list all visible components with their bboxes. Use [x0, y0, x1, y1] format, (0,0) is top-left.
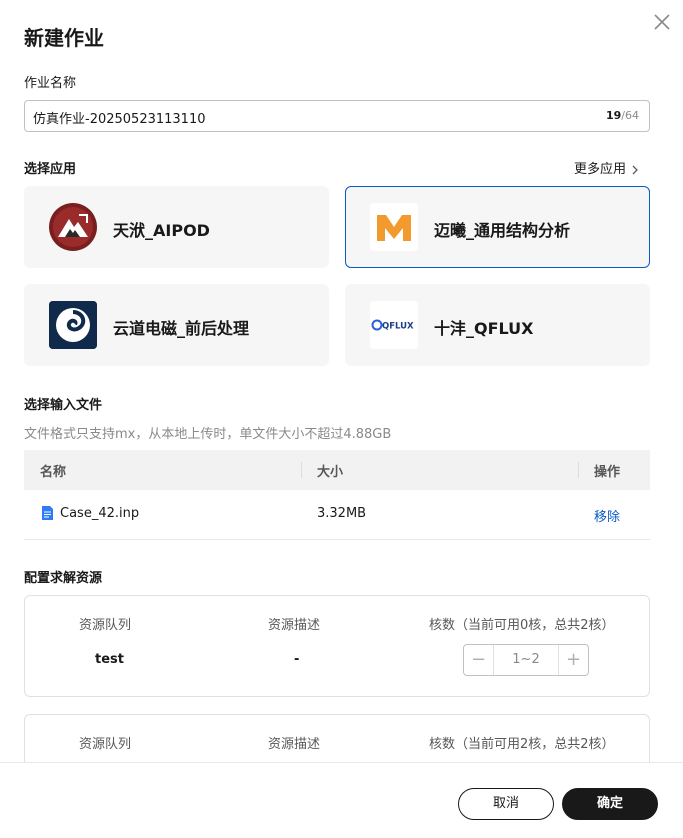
file-name: Case_42.inp	[60, 506, 140, 521]
remove-file-link[interactable]: 移除	[594, 506, 620, 525]
close-icon[interactable]	[650, 10, 674, 34]
table-row: Case_42.inp 3.32MB 移除	[24, 490, 650, 540]
app-name: 云道电磁_前后处理	[113, 319, 250, 338]
header-resource-desc: 资源描述	[268, 737, 321, 752]
select-input-label: 选择输入文件	[24, 398, 103, 413]
char-counter-max: /64	[621, 109, 639, 122]
job-name-value: 仿真作业-20250523113110	[33, 112, 206, 127]
col-header-name: 名称	[40, 465, 67, 480]
cores-input[interactable]: 1~2	[494, 652, 558, 667]
file-icon	[41, 505, 54, 525]
header-cores: 核数（当前可用0核，总共2核）	[429, 618, 615, 633]
qflux-logo-icon: QFLUX	[370, 301, 418, 349]
yundao-logo-icon	[49, 301, 97, 349]
cores-stepper[interactable]: − 1~2 +	[463, 644, 589, 676]
qflux-logo-text: QFLUX	[382, 322, 414, 332]
minus-icon[interactable]: −	[464, 645, 494, 675]
app-card-qflux[interactable]: QFLUX 十沣_QFLUX	[345, 284, 650, 366]
more-apps-link[interactable]: 更多应用	[574, 158, 640, 177]
header-resource-desc: 资源描述	[268, 618, 321, 633]
header-cores: 核数（当前可用2核，总共2核）	[429, 737, 615, 752]
column-divider	[301, 462, 302, 478]
cancel-button[interactable]: 取消	[458, 788, 554, 820]
resource-config-label: 配置求解资源	[24, 571, 103, 586]
char-counter-current: 19	[605, 109, 622, 122]
app-name: 天洑_AIPOD	[113, 221, 210, 240]
maixi-logo-icon	[370, 203, 418, 251]
header-resource-queue: 资源队列	[79, 737, 132, 752]
app-card-maixi[interactable]: 迈曦_通用结构分析	[345, 186, 650, 268]
header-resource-queue: 资源队列	[79, 618, 132, 633]
aipod-logo-icon	[49, 203, 97, 251]
col-header-action: 操作	[594, 465, 621, 480]
dialog-footer: 取消 确定	[0, 762, 683, 838]
job-name-label: 作业名称	[24, 76, 77, 91]
chevron-right-icon	[632, 165, 638, 174]
resource-desc-value: -	[294, 652, 300, 667]
confirm-button[interactable]: 确定	[562, 788, 658, 820]
job-name-input[interactable]: 仿真作业-20250523113110 19/64	[24, 100, 650, 132]
resource-queue-value: test	[95, 652, 124, 667]
col-header-size: 大小	[317, 465, 344, 480]
file-table-header: 名称 大小 操作	[24, 450, 650, 490]
resource-card[interactable]: 资源队列 资源描述 核数（当前可用0核，总共2核） test - − 1~2 +	[24, 595, 650, 697]
app-card-yundao[interactable]: 云道电磁_前后处理	[24, 284, 329, 366]
char-counter: 19/64	[606, 109, 639, 122]
column-divider	[578, 462, 579, 478]
more-apps-label: 更多应用	[574, 162, 627, 177]
file-table: 名称 大小 操作 Case_42.inp 3.32MB 移除	[24, 450, 650, 540]
upload-hint: 文件格式只支持mx，从本地上传时，单文件大小不超过4.88GB	[24, 427, 392, 442]
app-card-aipod[interactable]: 天洑_AIPOD	[24, 186, 329, 268]
plus-icon[interactable]: +	[558, 645, 588, 675]
file-size: 3.32MB	[317, 506, 367, 521]
app-name: 十沣_QFLUX	[434, 319, 534, 338]
select-app-label: 选择应用	[24, 162, 77, 177]
dialog-title: 新建作业	[24, 26, 104, 50]
app-name: 迈曦_通用结构分析	[434, 221, 571, 240]
